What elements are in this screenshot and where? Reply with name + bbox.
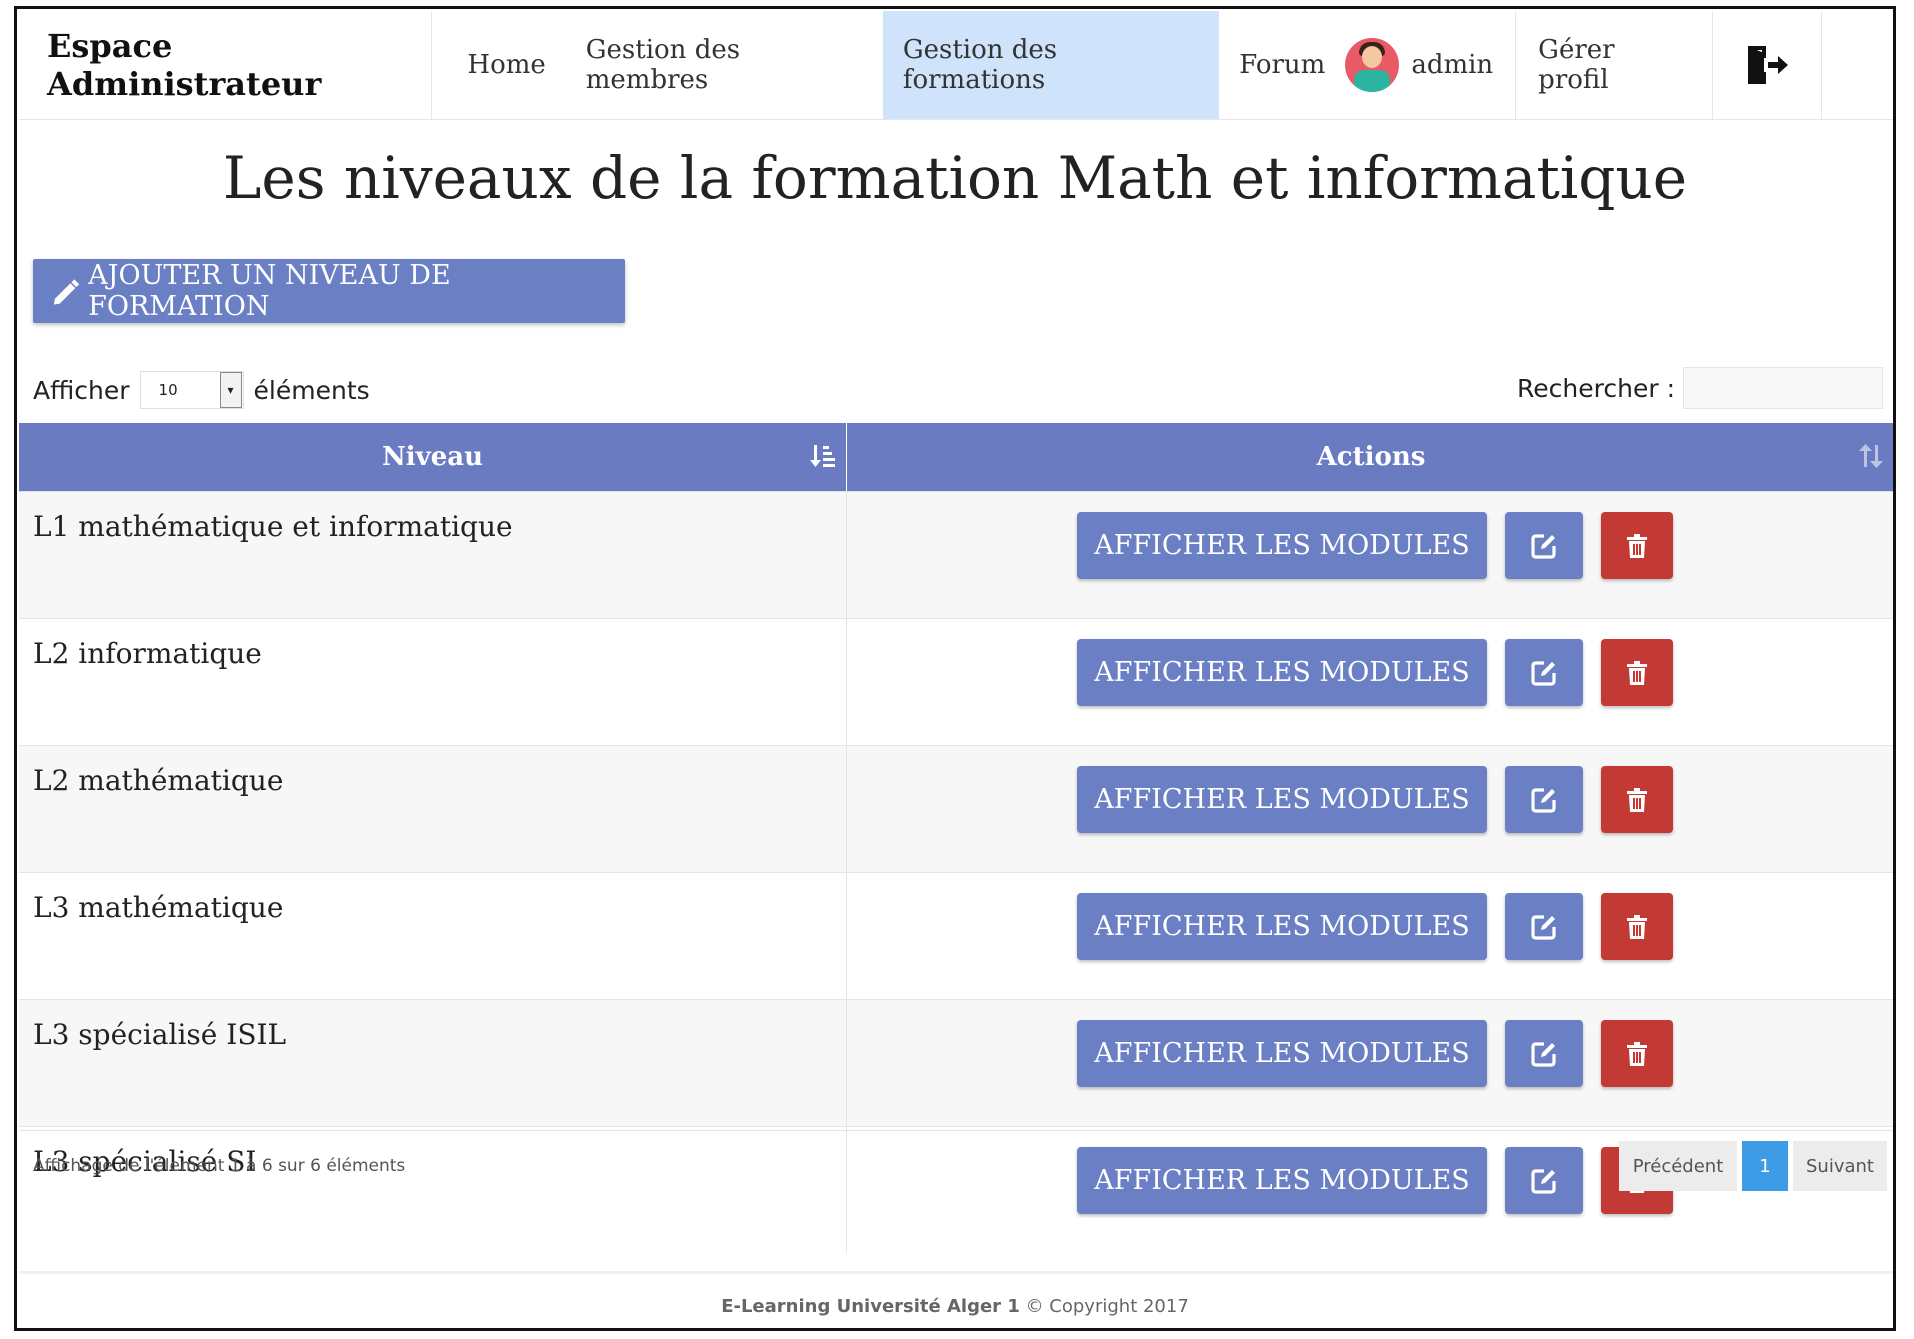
length-suffix: éléments bbox=[253, 375, 370, 405]
avatar bbox=[1345, 38, 1400, 92]
add-niveau-button[interactable]: AJOUTER UN NIVEAU DE FORMATION bbox=[33, 259, 625, 323]
afficher-modules-button[interactable]: AFFICHER LES MODULES bbox=[1077, 1020, 1487, 1087]
table-row: L3 mathématique AFFICHER LES MODULES bbox=[19, 872, 1893, 1000]
edit-button[interactable] bbox=[1505, 1147, 1583, 1214]
navbar: Espace Administrateur Home Gestion des m… bbox=[19, 11, 1893, 120]
afficher-modules-button[interactable]: AFFICHER LES MODULES bbox=[1077, 639, 1487, 706]
afficher-modules-button[interactable]: AFFICHER LES MODULES bbox=[1077, 512, 1487, 579]
afficher-modules-button[interactable]: AFFICHER LES MODULES bbox=[1077, 893, 1487, 960]
search-control: Rechercher : bbox=[1517, 367, 1883, 409]
trash-icon bbox=[1627, 1041, 1647, 1066]
user-menu[interactable]: admin bbox=[1345, 11, 1517, 119]
actions-cell: AFFICHER LES MODULES bbox=[846, 999, 1893, 1127]
chevron-down-icon: ▾ bbox=[219, 372, 242, 408]
edit-icon bbox=[1531, 533, 1556, 559]
table-info: Affichage de l'élement 1 à 6 sur 6 éléme… bbox=[33, 1156, 406, 1176]
nav-links: Home Gestion des membres Gestion des for… bbox=[432, 11, 1345, 119]
logout-icon bbox=[1748, 46, 1789, 84]
table-row: L2 informatique AFFICHER LES MODULES bbox=[19, 618, 1893, 746]
delete-button[interactable] bbox=[1601, 639, 1673, 706]
afficher-modules-button[interactable]: AFFICHER LES MODULES bbox=[1077, 1147, 1487, 1214]
footer-brand: E-Learning Université Alger 1 bbox=[721, 1296, 1020, 1317]
column-niveau[interactable]: Niveau bbox=[19, 423, 847, 492]
table-row: L3 spécialisé SI AFFICHER LES MODULES bbox=[19, 1126, 1893, 1253]
page-1-button[interactable]: 1 bbox=[1742, 1141, 1788, 1191]
edit-button[interactable] bbox=[1505, 512, 1583, 579]
actions-cell: AFFICHER LES MODULES bbox=[846, 872, 1893, 1000]
nav-gestion-membres[interactable]: Gestion des membres bbox=[566, 11, 883, 119]
table-row: L1 mathématique et informatique AFFICHER … bbox=[19, 491, 1893, 619]
add-niveau-label: AJOUTER UN NIVEAU DE FORMATION bbox=[88, 260, 451, 322]
table-row: L3 spécialisé ISIL AFFICHER LES MODULES bbox=[19, 999, 1893, 1127]
niveau-cell: L2 informatique bbox=[19, 618, 847, 746]
sort-asc-icon bbox=[810, 443, 836, 476]
column-actions[interactable]: Actions bbox=[846, 423, 1893, 492]
edit-icon bbox=[1531, 660, 1556, 686]
nav-home[interactable]: Home bbox=[447, 11, 565, 119]
trash-icon bbox=[1627, 533, 1647, 558]
nav-gestion-formations[interactable]: Gestion des formations bbox=[882, 11, 1220, 119]
nav-gerer-profil[interactable]: Gérer profil bbox=[1516, 11, 1714, 119]
table-row: L2 mathématique AFFICHER LES MODULES bbox=[19, 745, 1893, 873]
niveau-cell: L3 mathématique bbox=[19, 872, 847, 1000]
pencil-icon bbox=[53, 279, 80, 305]
edit-icon bbox=[1531, 787, 1556, 813]
afficher-modules-button[interactable]: AFFICHER LES MODULES bbox=[1077, 766, 1487, 833]
search-input[interactable] bbox=[1683, 367, 1883, 409]
pagination: Précédent 1 Suivant bbox=[1619, 1141, 1887, 1191]
niveau-cell: L3 spécialisé ISIL bbox=[19, 999, 847, 1127]
nav-forum[interactable]: Forum bbox=[1219, 11, 1345, 119]
niveau-cell: L2 mathématique bbox=[19, 745, 847, 873]
delete-button[interactable] bbox=[1601, 893, 1673, 960]
edit-icon bbox=[1531, 1168, 1556, 1194]
search-label: Rechercher : bbox=[1517, 373, 1675, 403]
edit-button[interactable] bbox=[1505, 1020, 1583, 1087]
user-name: admin bbox=[1411, 50, 1494, 80]
previous-button[interactable]: Précédent bbox=[1619, 1141, 1737, 1191]
next-button[interactable]: Suivant bbox=[1793, 1141, 1887, 1191]
niveau-cell: L3 spécialisé SI bbox=[19, 1126, 847, 1253]
page-length-select[interactable]: 10 ▾ bbox=[139, 371, 244, 409]
trash-icon bbox=[1627, 660, 1647, 685]
edit-button[interactable] bbox=[1505, 766, 1583, 833]
delete-button[interactable] bbox=[1601, 512, 1673, 579]
niveaux-table: Niveau Actions L1 mathématique et inform… bbox=[19, 423, 1893, 1253]
trash-icon bbox=[1627, 787, 1647, 812]
edit-icon bbox=[1531, 1041, 1556, 1067]
trash-icon bbox=[1627, 914, 1647, 939]
edit-button[interactable] bbox=[1505, 893, 1583, 960]
actions-cell: AFFICHER LES MODULES bbox=[846, 618, 1893, 746]
footer: E-Learning Université Alger 1 © Copyrigh… bbox=[17, 1296, 1893, 1317]
page-title: Les niveaux de la formation Math et info… bbox=[222, 144, 1688, 212]
edit-button[interactable] bbox=[1505, 639, 1583, 706]
logout-button[interactable] bbox=[1713, 11, 1823, 119]
actions-cell: AFFICHER LES MODULES bbox=[846, 491, 1893, 619]
length-control: Afficher 10 ▾ éléments bbox=[33, 371, 370, 409]
footer-copyright: © Copyright 2017 bbox=[1019, 1296, 1189, 1317]
sort-both-icon bbox=[1859, 443, 1885, 476]
actions-cell: AFFICHER LES MODULES bbox=[846, 745, 1893, 873]
delete-button[interactable] bbox=[1601, 766, 1673, 833]
page-length-value: 10 bbox=[158, 381, 178, 399]
brand-title[interactable]: Espace Administrateur bbox=[19, 11, 432, 119]
edit-icon bbox=[1531, 914, 1556, 940]
niveau-cell: L1 mathématique et informatique bbox=[19, 491, 847, 619]
delete-button[interactable] bbox=[1601, 1020, 1673, 1087]
length-prefix: Afficher bbox=[33, 375, 130, 405]
app-window: Espace Administrateur Home Gestion des m… bbox=[14, 6, 1896, 1331]
